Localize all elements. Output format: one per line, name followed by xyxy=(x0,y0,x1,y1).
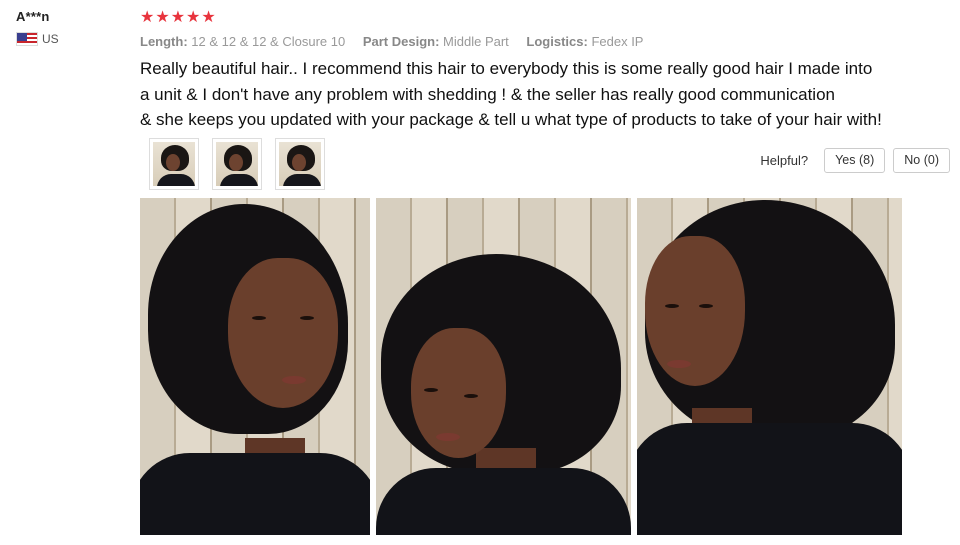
star-icon: ★ xyxy=(201,9,216,26)
review-text: Really beautiful hair.. I recommend this… xyxy=(140,56,950,133)
attr-length-key: Length: xyxy=(140,34,188,49)
review-photo[interactable] xyxy=(637,198,902,535)
order-attributes: Length: 12 & 12 & 12 & Closure 10 Part D… xyxy=(140,34,657,49)
attr-part-key: Part Design: xyxy=(362,34,440,49)
review-thumbnail[interactable] xyxy=(275,138,325,190)
thumbnail-strip xyxy=(149,138,325,190)
star-icon: ★ xyxy=(170,9,186,26)
review-photo[interactable] xyxy=(140,198,370,535)
star-icon: ★ xyxy=(186,9,201,26)
country-code: US xyxy=(42,32,59,46)
attr-length-value: 12 & 12 & 12 & Closure 10 xyxy=(191,34,346,49)
review-text-line: & she keeps you updated with your packag… xyxy=(140,110,882,129)
review-thumbnail[interactable] xyxy=(212,138,262,190)
star-rating: ★ ★ ★ ★ ★ xyxy=(140,9,216,27)
helpful-label: Helpful? xyxy=(760,153,809,168)
review-thumbnail[interactable] xyxy=(149,138,199,190)
us-flag-icon xyxy=(16,32,38,46)
helpful-no-button[interactable]: No (0) xyxy=(893,148,950,173)
attr-logistics-key: Logistics: xyxy=(526,34,588,49)
star-icon: ★ xyxy=(140,9,155,26)
reviewer-country: US xyxy=(16,32,126,46)
review-photos xyxy=(140,198,902,535)
helpful-yes-button[interactable]: Yes (8) xyxy=(824,148,886,173)
star-icon: ★ xyxy=(155,9,170,26)
review-photo[interactable] xyxy=(376,198,631,535)
review-text-line: Really beautiful hair.. I recommend this… xyxy=(140,59,873,78)
helpful-vote: Helpful? Yes (8) No (0) xyxy=(760,148,950,173)
attr-logistics-value: Fedex IP xyxy=(591,34,644,49)
reviewer-name: A***n xyxy=(16,9,50,24)
review-text-line: a unit & I don't have any problem with s… xyxy=(140,84,835,104)
attr-part-value: Middle Part xyxy=(443,34,509,49)
reviewer-info: A***n US xyxy=(16,9,126,46)
